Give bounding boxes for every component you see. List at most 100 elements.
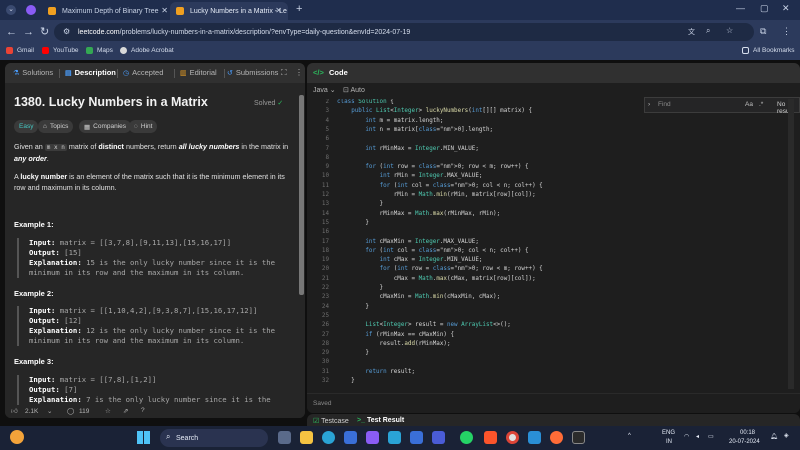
tab-description[interactable]: ▤ Description — [65, 68, 116, 77]
tab-submissions[interactable]: ↺ Submissions — [227, 68, 278, 77]
topics-chip[interactable]: ⌂ Topics — [38, 120, 74, 133]
language-indicator[interactable]: ENG — [662, 430, 675, 436]
code-line[interactable]: int cMax = Integer.MIN_VALUE; — [337, 257, 483, 263]
close-icon[interactable]: ✕ — [275, 6, 282, 15]
description-scrollbar[interactable] — [299, 83, 304, 405]
code-line[interactable]: int n = matrix[class="nm">0].length; — [337, 127, 493, 133]
app-icon[interactable] — [388, 431, 401, 444]
code-line[interactable]: } — [337, 285, 384, 291]
find-input[interactable]: Find — [658, 101, 671, 108]
code-line[interactable]: if (rMinMax == cMaxMin) { — [337, 332, 454, 338]
tab-solutions[interactable]: ⚗ Solutions — [13, 68, 53, 77]
maximize-button[interactable]: ▢ — [760, 3, 769, 14]
editor-scrollbar[interactable] — [788, 99, 794, 389]
battery-icon[interactable]: ▭ — [708, 433, 714, 440]
tab-testcase[interactable]: ☑ Testcase — [313, 417, 349, 425]
whatsapp-icon[interactable] — [460, 431, 473, 444]
close-window-button[interactable]: ✕ — [782, 3, 790, 14]
reload-icon[interactable]: ↻ — [40, 25, 49, 39]
auto-format[interactable]: ⊡ Auto — [343, 86, 365, 94]
address-bar[interactable]: ⚙ leetcode.com/problems/lucky-numbers-in… — [54, 23, 754, 41]
code-line[interactable]: class Solution { — [337, 99, 394, 105]
extensions-icon[interactable]: ⧉ — [760, 26, 766, 37]
photos-icon[interactable] — [366, 431, 379, 444]
comment-icon[interactable]: ◯ — [67, 407, 74, 415]
code-line[interactable]: int rMinMax = Integer.MIN_VALUE; — [337, 146, 479, 152]
chevron-right-icon[interactable]: › — [648, 101, 650, 108]
new-tab-button[interactable]: + — [296, 3, 302, 15]
code-line[interactable]: rMinMax = Math.max(rMinMax, rMin); — [337, 211, 501, 217]
bookmark-adobe[interactable]: Adobe Acrobat — [120, 47, 174, 54]
all-bookmarks[interactable]: All Bookmarks — [742, 47, 795, 54]
vscode-icon[interactable] — [528, 431, 541, 444]
thumbs-up-icon[interactable]: 👍︎ — [11, 407, 18, 415]
postman-icon[interactable] — [550, 431, 563, 444]
code-editor[interactable]: 2 class Solution {3 public List<Integer> … — [307, 99, 800, 387]
task-view-icon[interactable] — [278, 431, 291, 444]
bookmark-star-icon[interactable]: ☆ — [726, 26, 733, 35]
back-icon[interactable]: ← — [6, 25, 17, 39]
edge-icon[interactable] — [322, 431, 335, 444]
app-icon[interactable] — [432, 431, 445, 444]
code-line[interactable]: for (int col = class="nm">0; col < n; co… — [337, 248, 528, 254]
code-line[interactable]: cMax = Math.max(cMax, matrix[row][col]); — [337, 276, 536, 282]
code-line[interactable]: } — [337, 378, 355, 384]
companies-chip[interactable]: ▦ Companies — [79, 120, 132, 133]
code-line[interactable]: int m = matrix.length; — [337, 118, 443, 124]
code-line[interactable]: } — [337, 304, 369, 310]
code-line[interactable]: int rMin = Integer.MAX_VALUE; — [337, 173, 483, 179]
brave-icon[interactable] — [484, 431, 497, 444]
bookmark-gmail[interactable]: Gmail — [6, 47, 34, 54]
code-line[interactable]: rMin = Math.min(rMin, matrix[row][col]); — [337, 192, 536, 198]
code-line[interactable]: } — [337, 201, 384, 207]
code-line[interactable]: } — [337, 350, 369, 356]
file-explorer-icon[interactable] — [300, 431, 313, 444]
weather-icon[interactable] — [10, 430, 24, 444]
close-icon[interactable]: ✕ — [161, 6, 168, 15]
windows-start-icon[interactable] — [137, 431, 150, 444]
code-line[interactable]: } — [337, 220, 369, 226]
thumbs-down-icon[interactable]: ⌄ — [47, 407, 52, 415]
code-line[interactable]: public List<Integer> luckyNumbers(int[][… — [337, 108, 532, 114]
forward-icon[interactable]: → — [23, 25, 34, 39]
tab-search-icon[interactable]: ⌄ — [6, 5, 16, 15]
chrome-icon[interactable] — [506, 431, 519, 444]
expand-icon[interactable]: ⛶ — [281, 68, 287, 78]
menu-icon[interactable]: ⋮ — [782, 26, 791, 37]
code-line[interactable]: List<Integer> result = new ArrayList<>()… — [337, 322, 510, 328]
code-line[interactable]: result.add(rMinMax); — [337, 341, 451, 347]
star-icon[interactable]: ☆ — [105, 407, 111, 415]
help-icon[interactable]: ? — [141, 407, 145, 414]
code-line[interactable]: cMaxMin = Math.min(cMaxMin, cMax); — [337, 294, 501, 300]
wifi-icon[interactable]: ◠ — [684, 433, 689, 440]
chevron-up-icon[interactable]: ^ — [628, 433, 631, 439]
code-line[interactable]: return result; — [337, 369, 415, 375]
profile-icon[interactable] — [26, 5, 36, 15]
mail-icon[interactable] — [410, 431, 423, 444]
browser-tab-0[interactable]: Maximum Depth of Binary Tree ✕ — [42, 2, 174, 20]
taskbar-search[interactable]: ⌕ Search — [160, 429, 268, 447]
code-line[interactable]: int cMaxMin = Integer.MAX_VALUE; — [337, 239, 479, 245]
tab-test-result[interactable]: >_ Test Result — [357, 417, 404, 424]
tab-editorial[interactable]: ▥ Editorial — [180, 68, 217, 77]
volume-icon[interactable]: ◂ — [696, 433, 699, 440]
code-line[interactable]: for (int row = class="nm">0; row < m; ro… — [337, 164, 528, 170]
scrollbar-thumb[interactable] — [299, 95, 304, 295]
language-select[interactable]: Java ⌄ — [313, 86, 336, 94]
regex-icon[interactable]: .* — [759, 101, 763, 108]
share-icon[interactable]: ⇗ — [123, 407, 128, 415]
copilot-icon[interactable]: ◈ — [784, 432, 789, 439]
more-icon[interactable]: ⋮ — [295, 68, 303, 77]
clock-date[interactable]: 20-07-2024 — [729, 439, 760, 445]
clock-time[interactable]: 00:18 — [740, 430, 755, 436]
bookmark-youtube[interactable]: YouTube — [42, 47, 79, 54]
code-line[interactable]: for (int row = class="nm">0; row < m; ro… — [337, 266, 543, 272]
scrollbar-thumb[interactable] — [788, 99, 794, 389]
hint-chip[interactable]: ◌ Hint — [129, 120, 158, 133]
bookmark-maps[interactable]: Maps — [86, 47, 113, 54]
translate-icon[interactable]: 文 — [688, 27, 695, 37]
zoom-icon[interactable]: ⌕ — [706, 26, 710, 36]
site-info-icon[interactable]: ⚙ — [63, 27, 70, 36]
notification-icon[interactable]: 🔔︎ — [770, 433, 778, 440]
code-line[interactable]: for (int col = class="nm">0; col < n; co… — [337, 183, 543, 189]
